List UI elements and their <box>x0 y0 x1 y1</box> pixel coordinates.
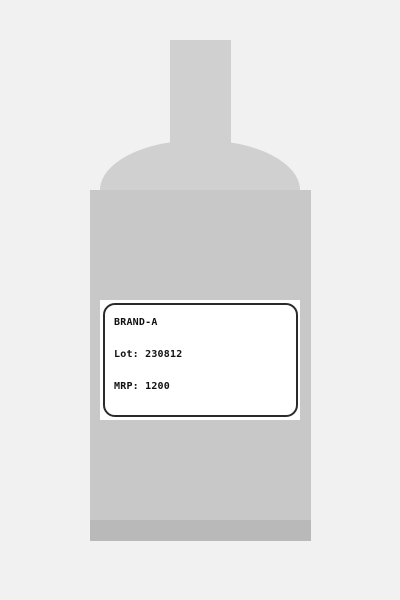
product-photo: BRAND-A Lot: 230812 MRP: 1200 <box>0 0 400 600</box>
mrp-price: MRP: 1200 <box>114 381 170 392</box>
brand-name: BRAND-A <box>114 317 158 328</box>
bottle-base <box>90 520 311 541</box>
lot-number: Lot: 230812 <box>114 349 183 360</box>
